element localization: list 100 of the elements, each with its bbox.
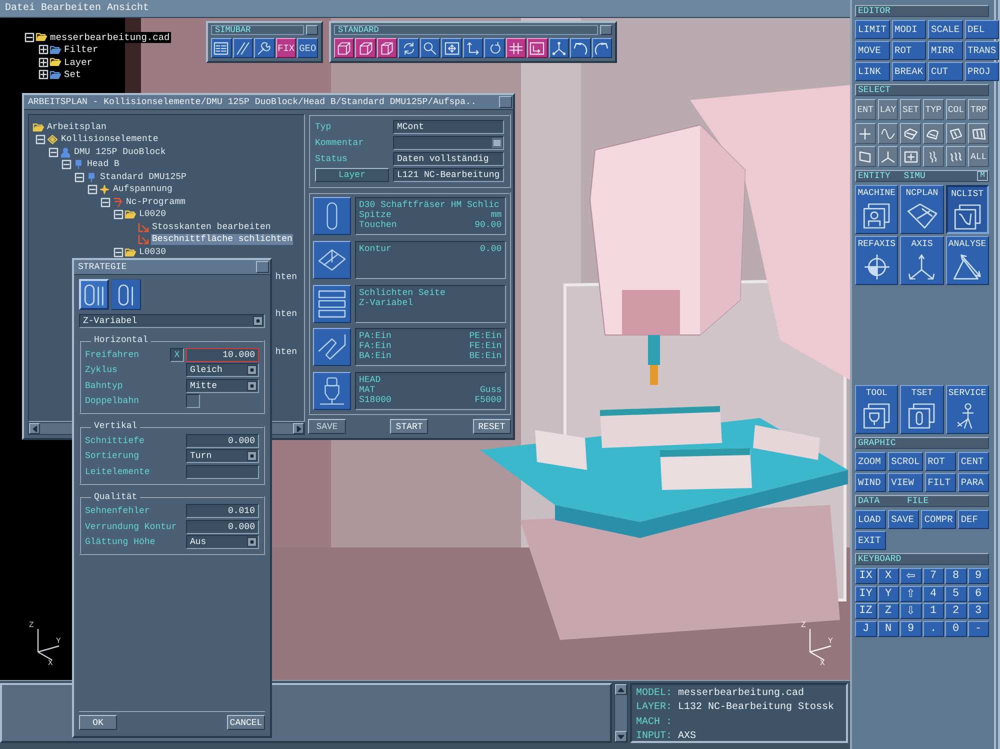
panel-button[interactable]: FILT	[924, 473, 956, 492]
panel-button[interactable]: ZOOM	[855, 452, 886, 471]
panel-button[interactable]: SAVE	[888, 510, 920, 529]
window-button[interactable]	[256, 261, 269, 273]
function-tile[interactable]: TSET	[900, 385, 944, 434]
keypad-key[interactable]: ⇩	[900, 603, 922, 619]
keypad-key[interactable]: -	[968, 620, 989, 636]
panel-button[interactable]: TRANS	[964, 41, 1000, 60]
tree-item[interactable]: Stosskanten bearbeiten	[151, 222, 272, 233]
panel-button[interactable]: PARA	[958, 473, 989, 492]
list-icon[interactable]	[492, 138, 502, 148]
tree-item[interactable]: Aufspannung	[112, 184, 174, 196]
toolbar-button[interactable]	[334, 38, 354, 58]
expander-icon[interactable]	[39, 45, 48, 54]
panel-button[interactable]: ROT	[924, 452, 956, 471]
keypad-key[interactable]: N	[878, 620, 899, 636]
function-tile[interactable]: MACHINE	[855, 185, 898, 234]
function-tile[interactable]: NCPLAN	[900, 185, 944, 234]
panel-button[interactable]: LIMIT	[855, 20, 890, 39]
comment-field[interactable]	[393, 136, 504, 150]
keypad-key[interactable]: 7	[922, 568, 944, 584]
panel-button[interactable]: CUT	[928, 62, 963, 81]
keypad-key[interactable]: 0	[945, 620, 966, 636]
input-field[interactable]: 0.000	[186, 434, 259, 448]
dialog-button[interactable]: CANCEL	[227, 715, 265, 730]
toolbar-button[interactable]	[484, 38, 505, 58]
panel-button[interactable]: LINK	[855, 62, 890, 81]
tree-item[interactable]: hten	[274, 309, 298, 320]
keypad-key[interactable]: IX	[855, 568, 876, 584]
keypad-key[interactable]: 2	[945, 603, 966, 619]
expander-icon[interactable]	[39, 58, 48, 67]
dropdown-field[interactable]: Aus	[186, 535, 259, 549]
step-button[interactable]	[313, 372, 351, 410]
dropdown-arrow-icon[interactable]	[247, 537, 257, 547]
tree-item[interactable]: Set	[63, 69, 82, 80]
panel-button[interactable]: LOAD	[855, 510, 886, 529]
input-field[interactable]: 0.010	[186, 504, 259, 518]
property-value[interactable]: L121 NC-Bearbeitung	[393, 168, 504, 182]
dropdown-arrow-icon[interactable]	[253, 316, 263, 326]
keypad-key[interactable]: Z	[878, 603, 899, 619]
step-button[interactable]	[313, 197, 351, 235]
panel-button[interactable]: VIEW	[888, 473, 923, 492]
toolbar-button[interactable]	[592, 38, 612, 58]
toolbar-button[interactable]	[232, 38, 254, 58]
dialog-button[interactable]: OK	[79, 715, 117, 730]
toolbar-window-button[interactable]	[306, 25, 318, 35]
step-button[interactable]	[313, 284, 351, 322]
tree-item[interactable]: hten	[274, 272, 298, 283]
toolbar-button[interactable]	[462, 38, 484, 58]
panel-button[interactable]: DEF	[958, 510, 989, 529]
menu-item[interactable]: Datei	[5, 2, 36, 14]
panel-button[interactable]: CENT	[958, 452, 989, 471]
tree-item[interactable]: Head B	[86, 159, 120, 170]
input-field[interactable]: 0.000	[186, 520, 259, 534]
scroll-down-button[interactable]	[615, 731, 627, 742]
pin-button[interactable]: M	[977, 171, 988, 181]
keypad-key[interactable]: 9	[968, 568, 989, 584]
function-tile[interactable]: ANALYSE	[946, 236, 989, 285]
toolbar-button[interactable]	[398, 38, 419, 58]
dialog-button[interactable]: RESET	[472, 419, 511, 434]
tree-item[interactable]: DMU 125P DuoBlock	[73, 146, 167, 158]
panel-button[interactable]: MODI	[892, 20, 926, 39]
dropdown-arrow-icon[interactable]	[247, 451, 257, 461]
keypad-key[interactable]: 4	[922, 586, 944, 602]
step-button[interactable]	[313, 328, 351, 366]
function-tile[interactable]: AXIS	[900, 236, 944, 285]
toolbar-button[interactable]	[211, 38, 232, 58]
toolbar-button[interactable]	[441, 38, 462, 58]
scroll-left-button[interactable]	[29, 423, 40, 434]
function-tile[interactable]: REFAXIS	[855, 236, 898, 285]
toggle-button[interactable]: X	[170, 348, 184, 362]
toolbar-button[interactable]	[376, 38, 398, 58]
panel-button[interactable]: WIND	[855, 473, 886, 492]
keypad-key[interactable]: J	[855, 620, 876, 636]
keypad-key[interactable]: X	[878, 568, 899, 584]
panel-button[interactable]: EXIT	[855, 531, 886, 550]
toolbar-button[interactable]	[570, 38, 591, 58]
dropdown-field[interactable]: Turn	[186, 449, 259, 463]
tree-item[interactable]: L0030	[138, 246, 168, 258]
panel-button[interactable]: ROT	[892, 41, 926, 60]
panel-button[interactable]: SCALE	[928, 20, 963, 39]
function-tile[interactable]: SERVICE	[946, 385, 989, 434]
scroll-right-button[interactable]	[293, 423, 304, 434]
toolbar-button[interactable]	[254, 38, 275, 58]
tree-item[interactable]: Standard DMU125P	[99, 172, 188, 183]
keypad-key[interactable]: 5	[945, 586, 966, 602]
tree-item[interactable]: hten	[274, 346, 298, 358]
panel-button[interactable]: MIRR	[928, 41, 963, 60]
toolbar-button[interactable]: GEO	[297, 38, 318, 58]
scroll-up-button[interactable]	[615, 684, 627, 695]
dropdown-arrow-icon[interactable]	[247, 365, 257, 375]
tree-item[interactable]: Kollisionselemente	[60, 134, 160, 146]
tree-item[interactable]: L0020	[138, 209, 168, 220]
keypad-key[interactable]: ⇦	[900, 568, 922, 584]
property-value[interactable]: Daten vollständig	[393, 152, 504, 166]
keypad-key[interactable]: 8	[945, 568, 966, 584]
expander-icon[interactable]	[39, 70, 48, 80]
keypad-key[interactable]: IZ	[855, 603, 876, 619]
input-field[interactable]: 10.000	[186, 348, 259, 362]
step-button[interactable]	[313, 240, 351, 279]
